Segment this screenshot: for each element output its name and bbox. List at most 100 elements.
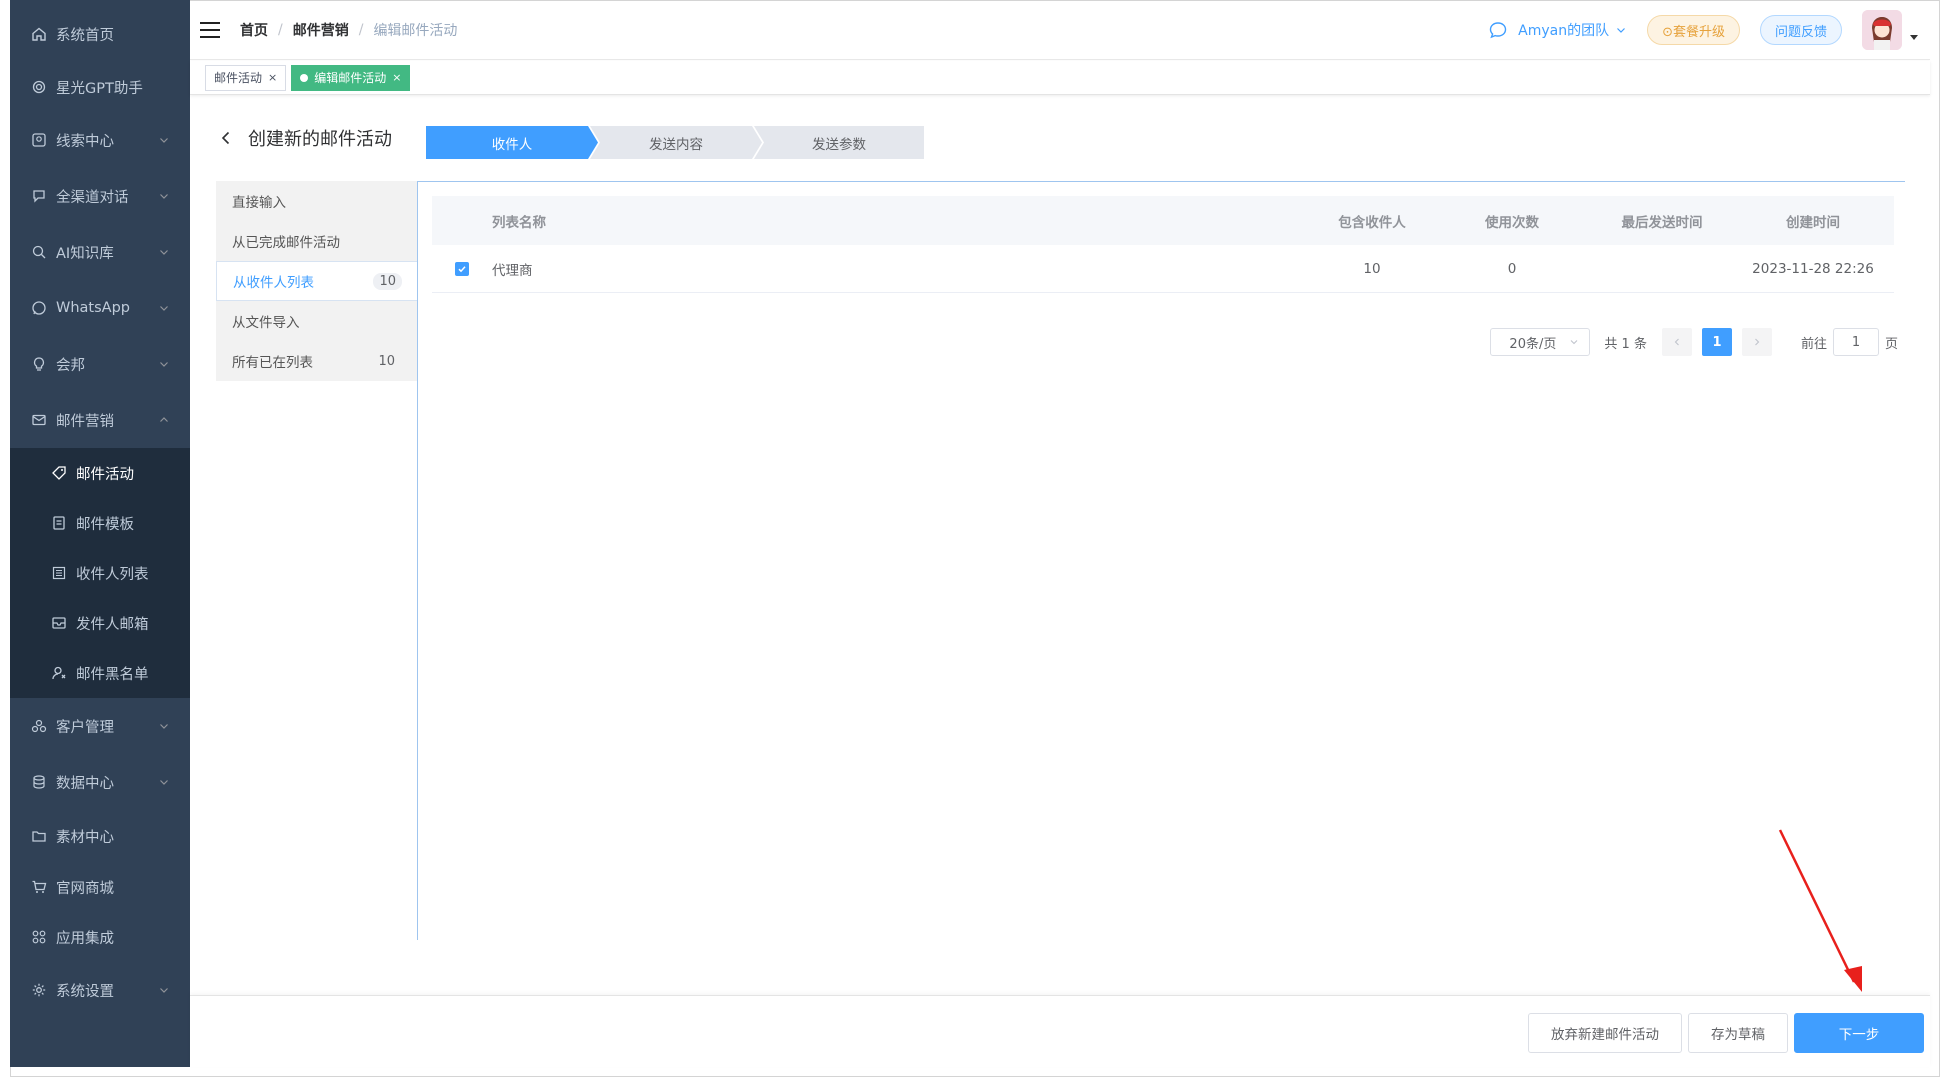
avatar[interactable]	[1862, 10, 1902, 50]
count-badge: 10	[378, 353, 395, 369]
sidebar-item-omnichannel[interactable]: 全渠道对话	[10, 168, 190, 224]
pagination: 20条/页 共 1 条 1 前往 1 页	[1490, 328, 1898, 356]
cell-created: 2023-11-28 22:26	[1752, 260, 1874, 277]
row-checkbox[interactable]	[455, 261, 469, 276]
sidebar-item-label: 应用集成	[56, 930, 114, 947]
hamburger-menu-icon[interactable]	[200, 21, 222, 39]
team-switcher[interactable]: Amyan的团队	[1488, 20, 1627, 40]
chevron-down-icon	[160, 988, 168, 993]
source-tab-file-import[interactable]: 从文件导入	[216, 301, 417, 341]
close-icon[interactable]: ×	[392, 71, 401, 84]
submenu-item-label: 邮件模板	[76, 516, 134, 533]
page-suffix: 页	[1884, 336, 1898, 352]
tab-edit-email-campaign[interactable]: 编辑邮件活动 ×	[291, 64, 411, 91]
step-send-params[interactable]: 发送参数	[754, 126, 924, 159]
sidebar-item-huibang[interactable]: 会邦	[10, 336, 190, 392]
breadcrumb-current: 编辑邮件活动	[373, 22, 458, 39]
column-last-sent: 最后发送时间	[1621, 214, 1703, 231]
chevron-down-icon	[160, 250, 168, 255]
submenu-item-email-campaign[interactable]: 邮件活动	[10, 448, 190, 498]
list-icon	[50, 564, 68, 582]
sidebar-item-gpt[interactable]: 星光GPT助手	[10, 62, 190, 112]
chevron-right-icon	[1755, 338, 1760, 346]
page-number-button[interactable]: 1	[1701, 328, 1732, 356]
discard-campaign-button[interactable]: 放弃新建邮件活动	[1528, 1013, 1682, 1053]
bulb-icon	[30, 355, 48, 373]
page-size-select[interactable]: 20条/页	[1490, 328, 1591, 356]
sidebar-item-whatsapp[interactable]: WhatsApp	[10, 280, 190, 336]
next-page-button[interactable]	[1741, 328, 1772, 356]
step-send-content[interactable]: 发送内容	[590, 126, 762, 159]
submenu-item-recipient-list[interactable]: 收件人列表	[10, 548, 190, 598]
gear-icon	[30, 981, 48, 999]
goto-page-input[interactable]: 1	[1832, 328, 1879, 356]
step-recipients[interactable]: 收件人	[426, 126, 598, 159]
upgrade-plan-button[interactable]: ⊙套餐升级	[1647, 15, 1740, 45]
avatar-image	[1862, 10, 1902, 50]
sidebar-item-label: 官网商城	[56, 880, 114, 897]
active-dot-icon	[300, 73, 309, 82]
source-tab-completed-campaigns[interactable]: 从已完成邮件活动	[216, 221, 417, 261]
submenu-item-email-template[interactable]: 邮件模板	[10, 498, 190, 548]
avatar-dropdown-caret-icon[interactable]	[1910, 34, 1918, 40]
column-list-name: 列表名称	[492, 214, 546, 231]
openai-icon	[30, 78, 48, 96]
sidebar-item-settings[interactable]: 系统设置	[10, 962, 190, 1018]
cell-use-count: 0	[1507, 260, 1517, 277]
top-navbar: 首页 / 邮件营销 / 编辑邮件活动 Amyan的团队 ⊙套餐升级 问题反馈	[190, 0, 1930, 60]
sidebar-item-materials[interactable]: 素材中心	[10, 810, 190, 862]
back-arrow-icon[interactable]	[218, 130, 234, 146]
count-badge: 10	[373, 272, 402, 290]
sidebar-item-label: 邮件营销	[56, 413, 114, 430]
save-draft-button[interactable]: 存为草稿	[1688, 1013, 1788, 1053]
sidebar: 系统首页 星光GPT助手 线索中心 全渠道对话 AI知识库 WhatsApp 会…	[10, 0, 190, 1067]
column-use-count: 使用次数	[1485, 214, 1539, 231]
table-header: 列表名称 包含收件人 使用次数 最后发送时间 创建时间	[432, 196, 1894, 245]
sidebar-item-data-center[interactable]: 数据中心	[10, 754, 190, 810]
source-tab-label: 从文件导入	[232, 315, 300, 331]
tag-icon	[50, 464, 68, 482]
sidebar-item-integrations[interactable]: 应用集成	[10, 912, 190, 962]
inbox-icon	[50, 614, 68, 632]
sidebar-item-label: AI知识库	[56, 245, 114, 262]
sidebar-item-shop[interactable]: 官网商城	[10, 862, 190, 912]
source-tab-label: 直接输入	[232, 195, 286, 211]
prev-page-button[interactable]	[1661, 328, 1692, 356]
sidebar-item-email-marketing[interactable]: 邮件营销	[10, 392, 190, 448]
source-tab-label: 所有已在列表	[232, 355, 313, 371]
apps-icon	[30, 928, 48, 946]
source-tab-label: 从已完成邮件活动	[232, 235, 340, 251]
sidebar-item-label: 客户管理	[56, 719, 114, 736]
sidebar-item-customers[interactable]: 客户管理	[10, 698, 190, 754]
close-icon[interactable]: ×	[268, 71, 277, 84]
knowledge-icon	[30, 243, 48, 261]
source-tab-recipient-lists[interactable]: 从收件人列表 10	[216, 261, 418, 301]
sidebar-item-label: WhatsApp	[56, 300, 130, 316]
tab-label: 邮件活动	[214, 71, 263, 85]
chevron-down-icon	[160, 138, 168, 143]
app-frame	[10, 0, 1940, 1077]
feedback-button[interactable]: 问题反馈	[1759, 15, 1842, 45]
sidebar-item-home[interactable]: 系统首页	[10, 6, 190, 62]
tab-email-campaign[interactable]: 邮件活动 ×	[205, 64, 287, 91]
submenu-item-label: 邮件黑名单	[76, 666, 149, 683]
database-icon	[30, 773, 48, 791]
submenu-item-email-blacklist[interactable]: 邮件黑名单	[10, 648, 190, 698]
breadcrumb-separator: /	[278, 21, 283, 38]
table-row[interactable]: 代理商 10 0 2023-11-28 22:26	[432, 245, 1894, 293]
next-step-button[interactable]: 下一步	[1794, 1013, 1924, 1053]
cart-icon	[30, 878, 48, 896]
cell-list-name: 代理商	[492, 262, 533, 279]
step-indicator: 收件人 发送内容 发送参数	[426, 126, 924, 159]
sidebar-item-label: 素材中心	[56, 829, 114, 846]
sidebar-item-label: 系统设置	[56, 983, 114, 1000]
tab-panel-border	[417, 181, 418, 940]
sidebar-item-knowledge[interactable]: AI知识库	[10, 224, 190, 280]
breadcrumb-email-marketing[interactable]: 邮件营销	[293, 20, 349, 40]
source-tab-all-in-list[interactable]: 所有已在列表 10	[216, 341, 417, 381]
source-tab-direct-input[interactable]: 直接输入	[216, 181, 417, 221]
email-submenu: 邮件活动 邮件模板 收件人列表 发件人邮箱 邮件黑名单	[10, 448, 190, 698]
sidebar-item-leads[interactable]: 线索中心	[10, 112, 190, 168]
breadcrumb-home[interactable]: 首页	[240, 20, 268, 40]
submenu-item-sender-mailbox[interactable]: 发件人邮箱	[10, 598, 190, 648]
